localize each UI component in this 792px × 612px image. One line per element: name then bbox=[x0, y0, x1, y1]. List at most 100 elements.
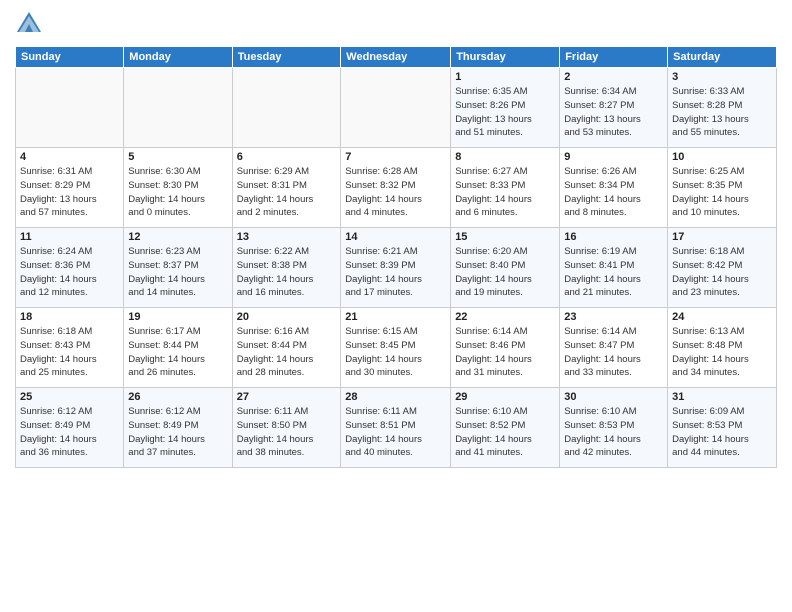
day-info: Sunrise: 6:11 AM Sunset: 8:50 PM Dayligh… bbox=[237, 405, 337, 460]
table-row: 24 Sunrise: 6:13 AM Sunset: 8:48 PM Dayli… bbox=[668, 308, 777, 388]
table-row: 4 Sunrise: 6:31 AM Sunset: 8:29 PM Daylig… bbox=[16, 148, 124, 228]
day-info: Sunrise: 6:16 AM Sunset: 8:44 PM Dayligh… bbox=[237, 325, 337, 380]
day-number: 1 bbox=[455, 71, 555, 83]
day-number: 31 bbox=[672, 391, 772, 403]
day-info: Sunrise: 6:18 AM Sunset: 8:42 PM Dayligh… bbox=[672, 245, 772, 300]
day-info: Sunrise: 6:10 AM Sunset: 8:52 PM Dayligh… bbox=[455, 405, 555, 460]
generalblue-logo-icon bbox=[15, 10, 43, 38]
day-info: Sunrise: 6:19 AM Sunset: 8:41 PM Dayligh… bbox=[564, 245, 663, 300]
table-row bbox=[341, 68, 451, 148]
day-number: 13 bbox=[237, 231, 337, 243]
day-number: 17 bbox=[672, 231, 772, 243]
day-number: 8 bbox=[455, 151, 555, 163]
day-info: Sunrise: 6:24 AM Sunset: 8:36 PM Dayligh… bbox=[20, 245, 119, 300]
day-number: 26 bbox=[128, 391, 227, 403]
table-row: 20 Sunrise: 6:16 AM Sunset: 8:44 PM Dayli… bbox=[232, 308, 341, 388]
day-info: Sunrise: 6:20 AM Sunset: 8:40 PM Dayligh… bbox=[455, 245, 555, 300]
table-row: 13 Sunrise: 6:22 AM Sunset: 8:38 PM Dayli… bbox=[232, 228, 341, 308]
day-info: Sunrise: 6:18 AM Sunset: 8:43 PM Dayligh… bbox=[20, 325, 119, 380]
day-info: Sunrise: 6:27 AM Sunset: 8:33 PM Dayligh… bbox=[455, 165, 555, 220]
table-row: 25 Sunrise: 6:12 AM Sunset: 8:49 PM Dayli… bbox=[16, 388, 124, 468]
day-info: Sunrise: 6:11 AM Sunset: 8:51 PM Dayligh… bbox=[345, 405, 446, 460]
col-header-tuesday: Tuesday bbox=[232, 47, 341, 68]
day-info: Sunrise: 6:28 AM Sunset: 8:32 PM Dayligh… bbox=[345, 165, 446, 220]
day-info: Sunrise: 6:30 AM Sunset: 8:30 PM Dayligh… bbox=[128, 165, 227, 220]
calendar-row-1: 1Sunrise: 6:35 AM Sunset: 8:26 PM Daylig… bbox=[16, 68, 777, 148]
day-number: 4 bbox=[20, 151, 119, 163]
table-row: 26 Sunrise: 6:12 AM Sunset: 8:49 PM Dayli… bbox=[124, 388, 232, 468]
table-row: 31 Sunrise: 6:09 AM Sunset: 8:53 PM Dayli… bbox=[668, 388, 777, 468]
header bbox=[15, 10, 777, 38]
calendar-row-5: 25 Sunrise: 6:12 AM Sunset: 8:49 PM Dayli… bbox=[16, 388, 777, 468]
table-row: 22 Sunrise: 6:14 AM Sunset: 8:46 PM Dayli… bbox=[451, 308, 560, 388]
table-row bbox=[16, 68, 124, 148]
day-number: 15 bbox=[455, 231, 555, 243]
day-info: Sunrise: 6:13 AM Sunset: 8:48 PM Dayligh… bbox=[672, 325, 772, 380]
col-header-wednesday: Wednesday bbox=[341, 47, 451, 68]
day-info: Sunrise: 6:21 AM Sunset: 8:39 PM Dayligh… bbox=[345, 245, 446, 300]
calendar-table: SundayMondayTuesdayWednesdayThursdayFrid… bbox=[15, 46, 777, 468]
day-number: 27 bbox=[237, 391, 337, 403]
table-row: 5Sunrise: 6:30 AM Sunset: 8:30 PM Daylig… bbox=[124, 148, 232, 228]
day-number: 3 bbox=[672, 71, 772, 83]
day-info: Sunrise: 6:22 AM Sunset: 8:38 PM Dayligh… bbox=[237, 245, 337, 300]
col-header-friday: Friday bbox=[560, 47, 668, 68]
day-info: Sunrise: 6:29 AM Sunset: 8:31 PM Dayligh… bbox=[237, 165, 337, 220]
col-header-monday: Monday bbox=[124, 47, 232, 68]
table-row: 21Sunrise: 6:15 AM Sunset: 8:45 PM Dayli… bbox=[341, 308, 451, 388]
day-number: 2 bbox=[564, 71, 663, 83]
day-info: Sunrise: 6:12 AM Sunset: 8:49 PM Dayligh… bbox=[128, 405, 227, 460]
table-row: 10Sunrise: 6:25 AM Sunset: 8:35 PM Dayli… bbox=[668, 148, 777, 228]
col-header-saturday: Saturday bbox=[668, 47, 777, 68]
table-row: 18 Sunrise: 6:18 AM Sunset: 8:43 PM Dayli… bbox=[16, 308, 124, 388]
table-row: 30 Sunrise: 6:10 AM Sunset: 8:53 PM Dayli… bbox=[560, 388, 668, 468]
calendar-header-row: SundayMondayTuesdayWednesdayThursdayFrid… bbox=[16, 47, 777, 68]
table-row: 23 Sunrise: 6:14 AM Sunset: 8:47 PM Dayli… bbox=[560, 308, 668, 388]
day-number: 19 bbox=[128, 311, 227, 323]
day-info: Sunrise: 6:31 AM Sunset: 8:29 PM Dayligh… bbox=[20, 165, 119, 220]
day-number: 14 bbox=[345, 231, 446, 243]
table-row: 7Sunrise: 6:28 AM Sunset: 8:32 PM Daylig… bbox=[341, 148, 451, 228]
table-row: 17 Sunrise: 6:18 AM Sunset: 8:42 PM Dayli… bbox=[668, 228, 777, 308]
calendar-row-4: 18 Sunrise: 6:18 AM Sunset: 8:43 PM Dayli… bbox=[16, 308, 777, 388]
table-row: 2Sunrise: 6:34 AM Sunset: 8:27 PM Daylig… bbox=[560, 68, 668, 148]
day-info: Sunrise: 6:12 AM Sunset: 8:49 PM Dayligh… bbox=[20, 405, 119, 460]
table-row: 14 Sunrise: 6:21 AM Sunset: 8:39 PM Dayli… bbox=[341, 228, 451, 308]
day-number: 24 bbox=[672, 311, 772, 323]
calendar-row-2: 4 Sunrise: 6:31 AM Sunset: 8:29 PM Daylig… bbox=[16, 148, 777, 228]
day-number: 25 bbox=[20, 391, 119, 403]
day-info: Sunrise: 6:17 AM Sunset: 8:44 PM Dayligh… bbox=[128, 325, 227, 380]
day-number: 10 bbox=[672, 151, 772, 163]
calendar-row-3: 11 Sunrise: 6:24 AM Sunset: 8:36 PM Dayli… bbox=[16, 228, 777, 308]
day-number: 20 bbox=[237, 311, 337, 323]
day-number: 22 bbox=[455, 311, 555, 323]
day-number: 23 bbox=[564, 311, 663, 323]
day-number: 28 bbox=[345, 391, 446, 403]
table-row: 9Sunrise: 6:26 AM Sunset: 8:34 PM Daylig… bbox=[560, 148, 668, 228]
day-info: Sunrise: 6:09 AM Sunset: 8:53 PM Dayligh… bbox=[672, 405, 772, 460]
table-row: 6 Sunrise: 6:29 AM Sunset: 8:31 PM Daylig… bbox=[232, 148, 341, 228]
day-number: 6 bbox=[237, 151, 337, 163]
day-info: Sunrise: 6:10 AM Sunset: 8:53 PM Dayligh… bbox=[564, 405, 663, 460]
table-row bbox=[232, 68, 341, 148]
day-info: Sunrise: 6:23 AM Sunset: 8:37 PM Dayligh… bbox=[128, 245, 227, 300]
day-number: 16 bbox=[564, 231, 663, 243]
page: SundayMondayTuesdayWednesdayThursdayFrid… bbox=[0, 0, 792, 612]
table-row: 1Sunrise: 6:35 AM Sunset: 8:26 PM Daylig… bbox=[451, 68, 560, 148]
table-row: 3 Sunrise: 6:33 AM Sunset: 8:28 PM Daylig… bbox=[668, 68, 777, 148]
table-row: 29 Sunrise: 6:10 AM Sunset: 8:52 PM Dayli… bbox=[451, 388, 560, 468]
day-number: 12 bbox=[128, 231, 227, 243]
day-number: 21 bbox=[345, 311, 446, 323]
day-number: 11 bbox=[20, 231, 119, 243]
day-number: 30 bbox=[564, 391, 663, 403]
table-row: 15 Sunrise: 6:20 AM Sunset: 8:40 PM Dayli… bbox=[451, 228, 560, 308]
day-number: 29 bbox=[455, 391, 555, 403]
day-number: 18 bbox=[20, 311, 119, 323]
table-row: 16 Sunrise: 6:19 AM Sunset: 8:41 PM Dayli… bbox=[560, 228, 668, 308]
day-number: 9 bbox=[564, 151, 663, 163]
day-info: Sunrise: 6:33 AM Sunset: 8:28 PM Dayligh… bbox=[672, 85, 772, 140]
col-header-thursday: Thursday bbox=[451, 47, 560, 68]
table-row: 19 Sunrise: 6:17 AM Sunset: 8:44 PM Dayli… bbox=[124, 308, 232, 388]
day-info: Sunrise: 6:14 AM Sunset: 8:46 PM Dayligh… bbox=[455, 325, 555, 380]
day-info: Sunrise: 6:14 AM Sunset: 8:47 PM Dayligh… bbox=[564, 325, 663, 380]
